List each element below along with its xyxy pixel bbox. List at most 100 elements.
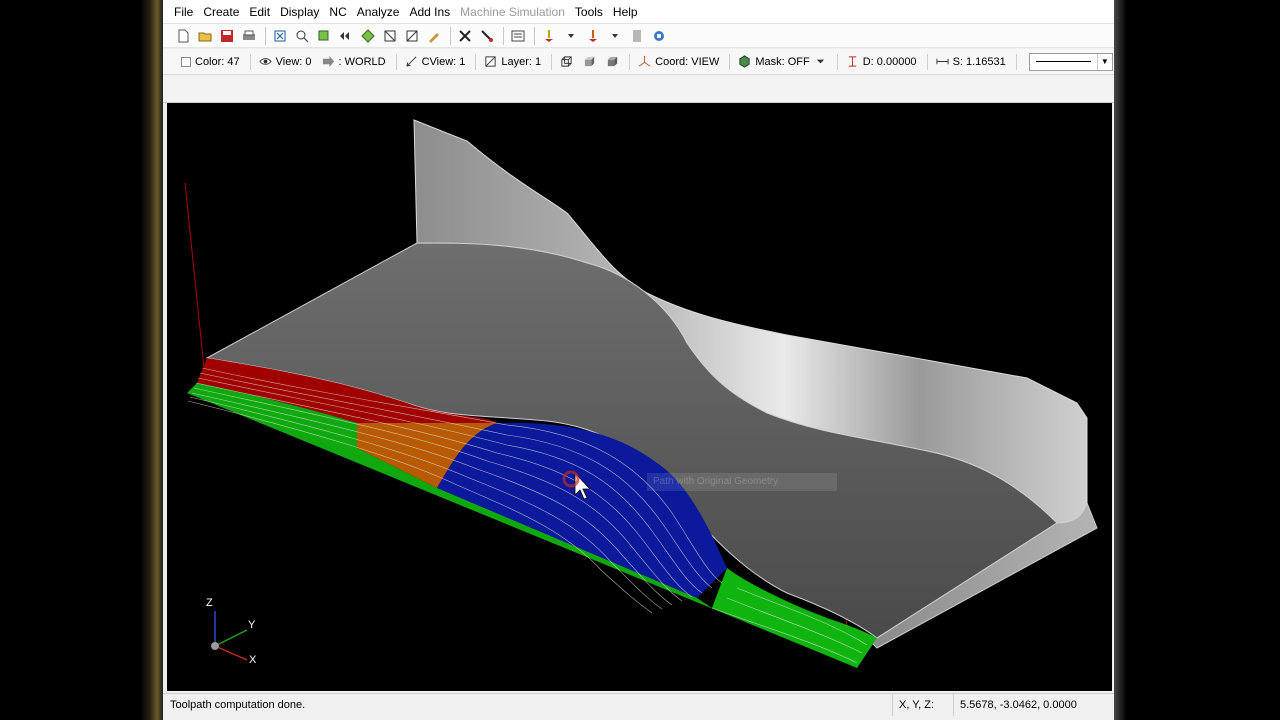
backplot-icon[interactable] bbox=[583, 26, 603, 46]
color-setting[interactable]: Color: 47 bbox=[181, 56, 240, 68]
menu-file[interactable]: File bbox=[169, 0, 198, 24]
delete-icon[interactable] bbox=[455, 26, 475, 46]
eye-icon bbox=[258, 58, 272, 65]
cview-setting[interactable]: CView: 1 bbox=[405, 55, 466, 68]
axis-label-x: X bbox=[249, 654, 257, 666]
wireframe-button[interactable] bbox=[560, 55, 573, 68]
menu-analyze[interactable]: Analyze bbox=[352, 0, 405, 24]
shaded-cube-icon bbox=[585, 56, 595, 67]
layer-label: Layer: 1 bbox=[501, 55, 542, 68]
print-icon[interactable] bbox=[239, 26, 259, 46]
fit-screen-icon[interactable] bbox=[270, 26, 290, 46]
color-label: Color: 47 bbox=[195, 55, 240, 68]
part-model bbox=[184, 119, 1098, 668]
depth-setting[interactable]: D: 0.00000 bbox=[846, 55, 917, 68]
coord-label: Coord: VIEW bbox=[655, 55, 720, 68]
chevron-down-icon[interactable]: ▼ bbox=[1096, 53, 1112, 70]
menu-create[interactable]: Create bbox=[198, 0, 244, 24]
menu-bar: File Create Edit Display NC Analyze Add … bbox=[163, 0, 1114, 24]
axis-triad bbox=[211, 611, 248, 661]
menu-machine-simulation: Machine Simulation bbox=[460, 4, 565, 19]
axis-label-z: Z bbox=[206, 597, 213, 609]
color-swatch bbox=[181, 56, 191, 67]
world-label: : WORLD bbox=[338, 55, 386, 68]
coord-axes-icon bbox=[638, 55, 651, 67]
statusbar-separator bbox=[395, 53, 397, 70]
toolpath-verify-icon[interactable] bbox=[539, 26, 559, 46]
status-bar: Toolpath computation done. X, Y, Z: 5.56… bbox=[163, 693, 1114, 716]
arrow-icon bbox=[322, 55, 334, 68]
desktop-right-margin bbox=[1113, 0, 1280, 720]
main-toolbar bbox=[163, 24, 1114, 48]
previous-view-icon[interactable] bbox=[336, 26, 356, 46]
layer-icon bbox=[485, 56, 497, 67]
statusbar-separator bbox=[475, 53, 477, 70]
gview-side-icon[interactable] bbox=[402, 26, 422, 46]
menu-display[interactable]: Display bbox=[275, 0, 324, 24]
chevron-down-icon[interactable] bbox=[814, 55, 827, 68]
mask-label: Mask: OFF bbox=[755, 55, 810, 68]
save-icon[interactable] bbox=[217, 26, 237, 46]
menu-help[interactable]: Help bbox=[608, 0, 643, 24]
toolbar-separator bbox=[450, 26, 451, 45]
cview-icon bbox=[405, 56, 417, 67]
toolbar-separator bbox=[503, 26, 504, 45]
toolbar-separator bbox=[265, 26, 266, 45]
statusbar-separator bbox=[729, 53, 731, 70]
mask-setting[interactable]: Mask: OFF bbox=[738, 55, 826, 68]
coord-setting[interactable]: Coord: VIEW bbox=[638, 55, 719, 68]
statusbar-separator bbox=[551, 53, 553, 70]
menu-nc[interactable]: NC bbox=[324, 0, 351, 24]
world-setting[interactable]: : WORLD bbox=[322, 55, 386, 68]
toolbar-separator bbox=[534, 26, 535, 45]
cview-label: CView: 1 bbox=[421, 55, 466, 68]
line-style-preview bbox=[1035, 61, 1091, 62]
statusbar-separator bbox=[629, 53, 631, 70]
undelete-icon[interactable] bbox=[477, 26, 497, 46]
solid-cube-icon bbox=[608, 56, 618, 67]
statusbar-separator bbox=[836, 53, 838, 70]
statusbar-separator bbox=[926, 53, 928, 70]
spacing-label: S: 1.16531 bbox=[952, 55, 1006, 68]
depth-label: D: 0.00000 bbox=[862, 55, 917, 68]
coordinates-value: 5.5678, -3.0462, 0.0000 bbox=[953, 694, 1114, 716]
shaded-button[interactable] bbox=[583, 55, 596, 68]
new-file-icon[interactable] bbox=[173, 26, 193, 46]
depth-icon bbox=[848, 56, 856, 67]
empty-toolbar-row bbox=[163, 76, 1114, 103]
graphics-viewport[interactable]: Path with Original Geometry Z Y X bbox=[167, 103, 1112, 691]
spacing-icon bbox=[936, 58, 949, 65]
view-setting[interactable]: View: 0 bbox=[258, 55, 312, 68]
simulate-icon[interactable] bbox=[649, 26, 669, 46]
axis-label-y: Y bbox=[248, 619, 256, 631]
gview-front-icon[interactable] bbox=[380, 26, 400, 46]
status-toolbar: Color: 47 View: 0 : WORLD CView: 1 Layer… bbox=[163, 49, 1114, 75]
status-message: Toolpath computation done. bbox=[170, 699, 306, 711]
application-window: File Create Edit Display NC Analyze Add … bbox=[163, 0, 1114, 720]
menu-tools[interactable]: Tools bbox=[570, 0, 608, 24]
chevron-down-icon[interactable] bbox=[605, 26, 625, 46]
chevron-down-icon[interactable] bbox=[561, 26, 581, 46]
coordinates-label: X, Y, Z: bbox=[892, 694, 953, 716]
clear-colors-icon[interactable] bbox=[424, 26, 444, 46]
layer-setting[interactable]: Layer: 1 bbox=[484, 55, 541, 68]
statusbar-separator bbox=[249, 53, 251, 70]
statusbar-separator bbox=[1015, 53, 1017, 70]
menu-edit[interactable]: Edit bbox=[244, 0, 275, 24]
desktop-left-margin bbox=[0, 0, 163, 720]
spacing-setting[interactable]: S: 1.16531 bbox=[936, 55, 1006, 68]
line-style-select[interactable]: ▼ bbox=[1028, 52, 1113, 71]
mask-icon bbox=[739, 55, 750, 68]
menu-add-ins[interactable]: Add Ins bbox=[404, 0, 455, 24]
zoom-window-icon[interactable] bbox=[314, 26, 334, 46]
solid-button[interactable] bbox=[606, 55, 619, 68]
machine-icon bbox=[627, 26, 647, 46]
construction-line bbox=[184, 182, 205, 369]
wireframe-icon bbox=[561, 56, 572, 67]
view-label: View: 0 bbox=[275, 55, 312, 68]
tooltip-hint: Path with Original Geometry bbox=[647, 473, 837, 491]
open-folder-icon[interactable] bbox=[195, 26, 215, 46]
unzoom-icon[interactable] bbox=[292, 26, 312, 46]
hide-icon[interactable] bbox=[508, 26, 528, 46]
gview-top-icon[interactable] bbox=[358, 26, 378, 46]
